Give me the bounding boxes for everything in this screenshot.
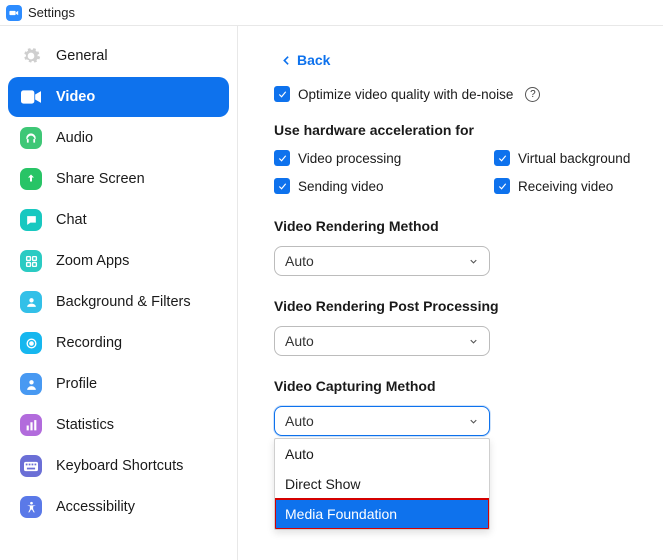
checkbox-checked-icon — [274, 178, 290, 194]
recording-icon — [20, 332, 42, 354]
back-button[interactable]: Back — [280, 52, 647, 68]
hw-virtual-background-checkbox[interactable]: Virtual background — [494, 150, 647, 166]
profile-icon — [20, 373, 42, 395]
capturing-option-media-foundation[interactable]: Media Foundation — [275, 499, 489, 529]
sidebar-item-zoom-apps[interactable]: Zoom Apps — [8, 241, 229, 281]
checkbox-checked-icon — [494, 150, 510, 166]
chevron-down-icon — [468, 416, 479, 427]
background-icon — [20, 291, 42, 313]
capturing-dropdown-menu: Auto Direct Show Media Foundation — [274, 438, 490, 530]
render-method-label: Video Rendering Method — [274, 218, 647, 234]
sidebar-item-statistics[interactable]: Statistics — [8, 405, 229, 445]
capturing-label: Video Capturing Method — [274, 378, 647, 394]
sidebar-item-label: Background & Filters — [56, 294, 191, 310]
accessibility-icon — [20, 496, 42, 518]
hw-label: Video processing — [298, 151, 401, 166]
sidebar-item-label: Audio — [56, 130, 93, 146]
optimize-label: Optimize video quality with de-noise — [298, 87, 513, 102]
share-screen-icon — [20, 168, 42, 190]
dropdown-value: Auto — [285, 333, 314, 349]
hw-label: Sending video — [298, 179, 384, 194]
hw-receiving-video-checkbox[interactable]: Receiving video — [494, 178, 647, 194]
sidebar-item-label: Video — [56, 89, 95, 105]
sidebar-item-label: Keyboard Shortcuts — [56, 458, 183, 474]
chat-icon — [20, 209, 42, 231]
sidebar-item-chat[interactable]: Chat — [8, 200, 229, 240]
checkbox-checked-icon — [494, 178, 510, 194]
sidebar-item-recording[interactable]: Recording — [8, 323, 229, 363]
sidebar-item-label: Zoom Apps — [56, 253, 129, 269]
sidebar-item-keyboard-shortcuts[interactable]: Keyboard Shortcuts — [8, 446, 229, 486]
sidebar-item-label: Statistics — [56, 417, 114, 433]
back-label: Back — [297, 52, 330, 68]
capturing-dropdown[interactable]: Auto — [274, 406, 490, 436]
window-title: Settings — [28, 5, 75, 20]
main-panel: Back Optimize video quality with de-nois… — [238, 26, 663, 560]
apps-icon — [20, 250, 42, 272]
hw-section-label: Use hardware acceleration for — [274, 122, 647, 138]
sidebar-item-accessibility[interactable]: Accessibility — [8, 487, 229, 527]
keyboard-icon — [20, 455, 42, 477]
sidebar-item-general[interactable]: General — [8, 36, 229, 76]
sidebar: General Video Audio Share Screen Chat — [0, 26, 238, 560]
checkbox-checked-icon — [274, 150, 290, 166]
hw-sending-video-checkbox[interactable]: Sending video — [274, 178, 494, 194]
dropdown-value: Auto — [285, 413, 314, 429]
video-icon — [20, 86, 42, 108]
headphones-icon — [20, 127, 42, 149]
hw-video-processing-checkbox[interactable]: Video processing — [274, 150, 494, 166]
sidebar-item-label: General — [56, 48, 108, 64]
chevron-down-icon — [468, 256, 479, 267]
statistics-icon — [20, 414, 42, 436]
checkbox-checked-icon — [274, 86, 290, 102]
render-method-dropdown[interactable]: Auto — [274, 246, 490, 276]
sidebar-item-share-screen[interactable]: Share Screen — [8, 159, 229, 199]
sidebar-item-audio[interactable]: Audio — [8, 118, 229, 158]
capturing-option-auto[interactable]: Auto — [275, 439, 489, 469]
zoom-app-icon — [6, 5, 22, 21]
sidebar-item-label: Accessibility — [56, 499, 135, 515]
titlebar: Settings — [0, 0, 663, 26]
sidebar-item-profile[interactable]: Profile — [8, 364, 229, 404]
dropdown-value: Auto — [285, 253, 314, 269]
sidebar-item-background-filters[interactable]: Background & Filters — [8, 282, 229, 322]
capturing-option-direct-show[interactable]: Direct Show — [275, 469, 489, 499]
post-processing-dropdown[interactable]: Auto — [274, 326, 490, 356]
chevron-down-icon — [468, 336, 479, 347]
hw-label: Virtual background — [518, 151, 630, 166]
sidebar-item-label: Recording — [56, 335, 122, 351]
hw-label: Receiving video — [518, 179, 613, 194]
help-icon[interactable]: ? — [525, 87, 540, 102]
sidebar-item-label: Share Screen — [56, 171, 145, 187]
gear-icon — [20, 45, 42, 67]
post-processing-label: Video Rendering Post Processing — [274, 298, 647, 314]
sidebar-item-label: Profile — [56, 376, 97, 392]
optimize-denoise-checkbox[interactable]: Optimize video quality with de-noise ? — [274, 86, 647, 102]
sidebar-item-video[interactable]: Video — [8, 77, 229, 117]
sidebar-item-label: Chat — [56, 212, 87, 228]
